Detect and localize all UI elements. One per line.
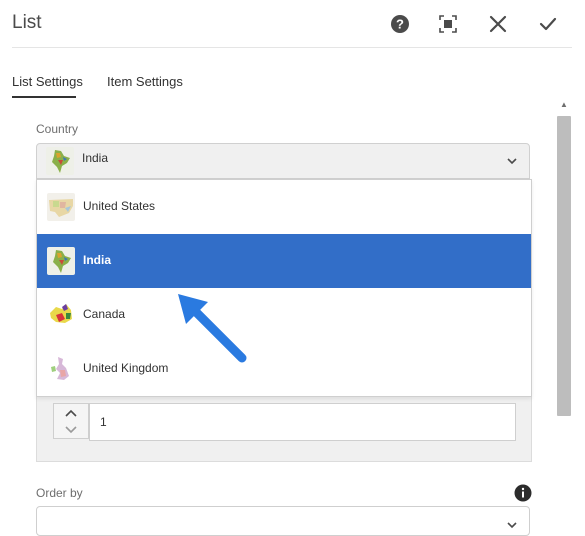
- order-by-select[interactable]: [36, 506, 530, 536]
- chevron-down-icon: [507, 158, 517, 165]
- number-input[interactable]: 1: [89, 403, 516, 441]
- us-map-icon: [47, 193, 75, 221]
- india-map-icon: [47, 247, 75, 275]
- order-by-label: Order by: [36, 486, 83, 500]
- tab-item-settings[interactable]: Item Settings: [107, 74, 183, 89]
- country-option-label: United States: [83, 199, 156, 213]
- fullscreen-icon[interactable]: [436, 12, 460, 36]
- decrement-button[interactable]: [54, 421, 88, 438]
- uk-map-icon: [47, 355, 75, 383]
- chevron-down-icon: [65, 425, 77, 433]
- country-dropdown-list: United States India Canada United Kingdo…: [36, 179, 532, 397]
- country-option-united-states[interactable]: United States: [37, 180, 531, 234]
- done-check-icon[interactable]: [536, 12, 560, 36]
- canada-map-icon: [47, 301, 75, 329]
- scrollbar-thumb[interactable]: [557, 116, 571, 416]
- scroll-up-arrow-icon[interactable]: ▲: [559, 100, 569, 110]
- country-option-canada[interactable]: Canada: [37, 288, 531, 342]
- country-option-united-kingdom[interactable]: United Kingdom: [37, 342, 531, 396]
- country-label: Country: [36, 122, 79, 136]
- annotation-arrow-icon: [178, 294, 247, 363]
- help-icon[interactable]: ?: [388, 12, 412, 36]
- chevron-down-icon: [507, 522, 517, 529]
- tab-list-settings[interactable]: List Settings: [12, 74, 83, 89]
- number-stepper[interactable]: [53, 403, 89, 439]
- india-map-icon: [46, 147, 74, 175]
- country-option-label: United Kingdom: [83, 361, 169, 375]
- close-icon[interactable]: [486, 12, 510, 36]
- svg-text:?: ?: [396, 17, 404, 32]
- info-icon[interactable]: [514, 484, 532, 507]
- country-option-label: Canada: [83, 307, 126, 321]
- country-option-india[interactable]: India: [37, 234, 531, 288]
- country-select[interactable]: India: [36, 143, 530, 179]
- dialog-title: List: [12, 12, 42, 33]
- active-tab-indicator: [12, 96, 76, 98]
- country-selected-value: India: [82, 151, 109, 165]
- chevron-up-icon: [65, 409, 77, 417]
- country-option-label: India: [83, 253, 112, 267]
- header-divider: [12, 47, 572, 48]
- increment-button[interactable]: [54, 404, 88, 421]
